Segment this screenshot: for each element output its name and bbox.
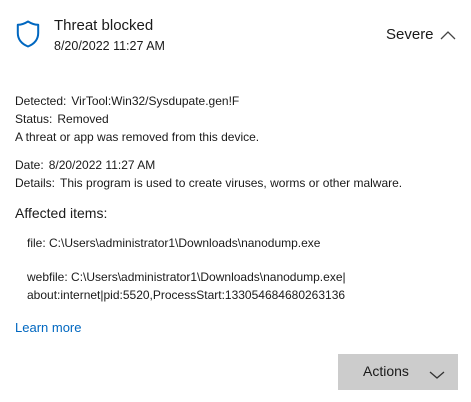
- status-value: Removed: [57, 112, 109, 126]
- actions-label: Actions: [363, 363, 409, 379]
- status-row: Status: Removed: [15, 110, 259, 128]
- threat-info-block: Date: 8/20/2022 11:27 AM Details: This pro…: [15, 156, 402, 192]
- chevron-up-icon[interactable]: [440, 28, 456, 40]
- status-label: Status:: [15, 112, 53, 126]
- date-value: 8/20/2022 11:27 AM: [48, 158, 156, 172]
- actions-button[interactable]: Actions: [338, 354, 458, 390]
- affected-item-webfile: webfile: C:\Users\administrator1\Downloa…: [27, 270, 346, 284]
- severity-label: Severe: [386, 26, 434, 43]
- affected-items-heading: Affected items:: [15, 205, 108, 221]
- details-value: This program is used to create viruses, …: [60, 176, 403, 190]
- affected-item-webfile-continued: about:internet|pid:5520,ProcessStart:133…: [27, 288, 346, 302]
- details-label: Details:: [15, 176, 56, 190]
- threat-title: Threat blocked: [54, 17, 154, 34]
- details-row: Details: This program is used to create v…: [15, 174, 402, 192]
- detected-row: Detected: VirTool:Win32/Sysdupate.gen!F: [15, 92, 259, 110]
- threat-header[interactable]: Threat blocked 8/20/2022 11:27 AM Severe: [0, 0, 471, 70]
- threat-timestamp: 8/20/2022 11:27 AM: [54, 39, 165, 53]
- affected-item-file: file: C:\Users\administrator1\Downloads\…: [27, 236, 321, 250]
- detected-value: VirTool:Win32/Sysdupate.gen!F: [71, 94, 240, 108]
- shield-icon: [16, 20, 40, 48]
- detected-label: Detected:: [15, 94, 67, 108]
- threat-status-block: Detected: VirTool:Win32/Sysdupate.gen!F S…: [15, 92, 259, 146]
- threat-details-panel: Threat blocked 8/20/2022 11:27 AM Severe…: [0, 0, 471, 402]
- date-row: Date: 8/20/2022 11:27 AM: [15, 156, 402, 174]
- status-message: A threat or app was removed from this de…: [15, 130, 260, 144]
- date-label: Date:: [15, 158, 44, 172]
- chevron-down-icon: [429, 367, 445, 379]
- learn-more-link[interactable]: Learn more: [15, 320, 81, 335]
